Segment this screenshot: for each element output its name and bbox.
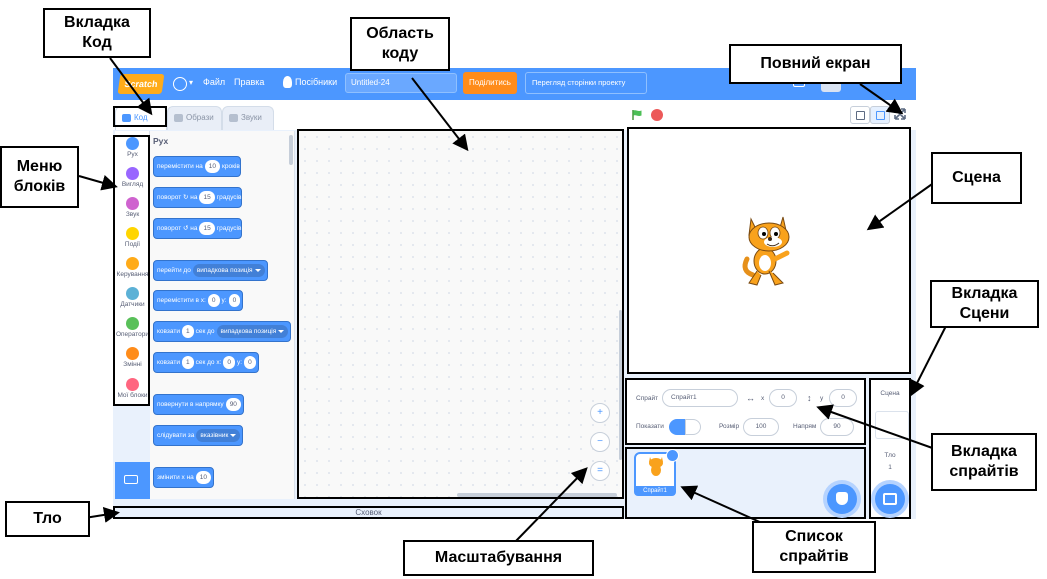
callout-sprite-list: Список спрайтів xyxy=(752,521,876,573)
annotated-scratch-screenshot: Scratch ▾ Файл Правка Посібники Untitled… xyxy=(0,0,1047,579)
callout-sprites-tab: Вкладка спрайтів xyxy=(931,433,1037,491)
callout-stage: Сцена xyxy=(931,152,1022,204)
callout-blocks-menu: Меню блоків xyxy=(0,146,79,208)
callout-code-tab: Вкладка Код xyxy=(43,8,151,58)
callout-stage-tab: Вкладка Сцени xyxy=(930,280,1039,328)
callout-zoom: Масштабування xyxy=(403,540,594,576)
callout-arrows xyxy=(71,57,949,543)
callout-fullscreen: Повний екран xyxy=(729,44,902,84)
callout-backdrop: Тло xyxy=(5,501,90,537)
callout-code-area: Область коду xyxy=(350,17,450,71)
